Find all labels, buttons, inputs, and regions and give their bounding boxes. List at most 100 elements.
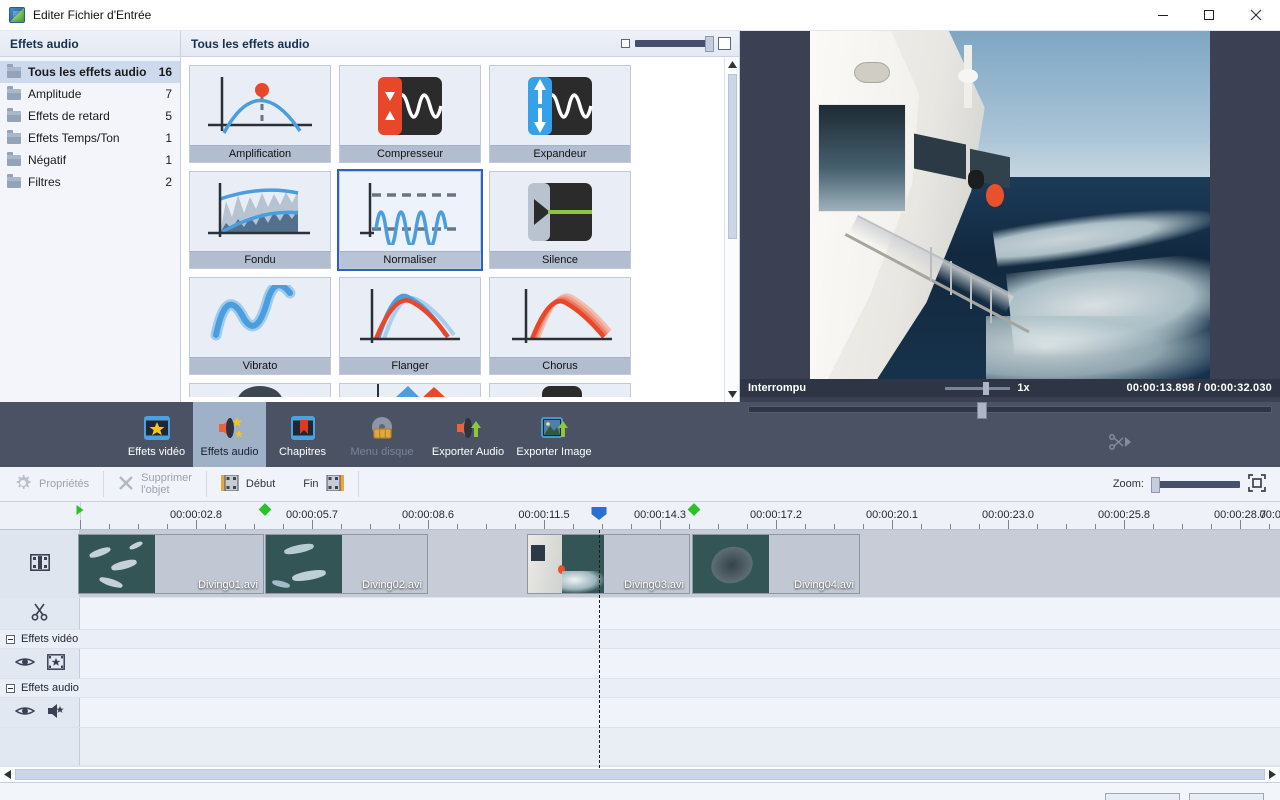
cancel-button[interactable]: Annuler	[1189, 792, 1264, 800]
effect-card-partial-3[interactable]	[489, 383, 631, 397]
effect-card-partial-1[interactable]	[189, 383, 331, 397]
timeline-horizontal-scrollbar[interactable]	[0, 766, 1280, 782]
clip-name: Diving02.avi	[362, 579, 422, 591]
category-item-delay-effects[interactable]: Effets de retard 5	[0, 105, 180, 127]
ruler-label: 00:00:28.7	[1214, 509, 1266, 521]
horizontal-scrollbar-thumb[interactable]	[15, 769, 1265, 780]
thumbnail-size-thumb[interactable]	[705, 36, 714, 52]
tab-chapters[interactable]: Chapitres	[266, 402, 339, 467]
speed-control[interactable]: 1x	[868, 381, 1107, 395]
effects-grid-scroll-area: Amplification Compresseur Expandeur Fond…	[181, 57, 739, 402]
category-item-time-pitch-effects[interactable]: Effets Temps/Ton 1	[0, 127, 180, 149]
track-group-video-effects[interactable]: Effets vidéo	[0, 630, 1280, 649]
fit-to-window-icon[interactable]	[1248, 473, 1266, 495]
category-item-all-audio-effects[interactable]: Tous les effets audio 16	[0, 61, 180, 83]
effect-card-expander[interactable]: Expandeur	[489, 65, 631, 163]
category-count: 16	[158, 65, 172, 79]
track-body-empty[interactable]	[80, 728, 1280, 765]
track-header-video-effects[interactable]	[0, 649, 80, 678]
effect-card-flanger[interactable]: Flanger	[339, 277, 481, 375]
playback-status: Interrompu	[748, 382, 807, 394]
track-body-audio-effects[interactable]	[80, 698, 1280, 727]
audio-effect-track-icon[interactable]	[47, 703, 65, 722]
effect-card-chorus[interactable]: Chorus	[489, 277, 631, 375]
normalize-icon	[339, 171, 481, 251]
seek-thumb[interactable]	[977, 401, 987, 419]
category-item-amplitude[interactable]: Amplitude 7	[0, 83, 180, 105]
scroll-up-button[interactable]	[725, 57, 739, 72]
effect-card-compressor[interactable]: Compresseur	[339, 65, 481, 163]
timeline-clip[interactable]: Diving03.avi	[527, 534, 690, 594]
timeline-clip[interactable]: Diving02.avi	[265, 534, 428, 594]
ok-button[interactable]: OK	[1105, 792, 1180, 800]
scroll-left-button[interactable]	[0, 767, 15, 782]
set-start-label: Début	[245, 478, 276, 490]
cut-icon[interactable]	[1109, 434, 1131, 450]
speed-value: 1x	[1017, 382, 1030, 394]
effect-card-vibrato[interactable]: Vibrato	[189, 277, 331, 375]
category-item-filters[interactable]: Filtres 2	[0, 171, 180, 193]
collapse-icon[interactable]	[6, 634, 15, 644]
titlebar: Editer Fichier d'Entrée	[0, 0, 1280, 31]
category-count: 2	[165, 175, 172, 189]
track-body-video[interactable]: Diving01.avi Diving02.avi Diving03.avi D…	[78, 530, 1280, 597]
collapse-icon[interactable]	[6, 683, 15, 693]
chapter-marker[interactable]	[687, 503, 701, 516]
chapter-marker[interactable]	[258, 503, 272, 516]
effect-card-silence[interactable]: Silence	[489, 171, 631, 269]
partial-effect-icon	[489, 383, 631, 397]
maximize-button[interactable]	[1186, 0, 1232, 31]
minimize-button[interactable]	[1140, 0, 1186, 31]
close-button[interactable]	[1232, 0, 1280, 31]
thumbnail-size-track[interactable]	[635, 36, 714, 52]
tab-disc-menu[interactable]: Menu disque	[339, 402, 425, 467]
effect-categories-title: Effets audio	[0, 31, 180, 57]
export-audio-icon	[453, 413, 483, 443]
track-header-cut[interactable]	[0, 598, 80, 629]
track-header-audio-effects[interactable]	[0, 698, 80, 727]
preview-status-bar: Interrompu 1x 00:00:13.898 / 00:00:32.03…	[740, 379, 1280, 397]
effect-card-amplification[interactable]: Amplification	[189, 65, 331, 163]
video-surface[interactable]	[740, 31, 1280, 379]
track-body-cut[interactable]	[80, 598, 1280, 629]
effect-card-partial-2[interactable]	[339, 383, 481, 397]
effects-grid-scrollbar[interactable]	[724, 57, 739, 402]
eye-icon[interactable]	[14, 656, 35, 671]
railing-post	[950, 260, 952, 296]
thumbnail-size-slider[interactable]	[621, 36, 731, 52]
track-body-video-effects[interactable]	[80, 649, 1280, 678]
eye-icon[interactable]	[14, 705, 35, 720]
scroll-right-button[interactable]	[1265, 767, 1280, 782]
playhead-handle[interactable]	[591, 507, 607, 520]
effect-label: Chorus	[489, 357, 631, 375]
tab-audio-effects[interactable]: Effets audio	[193, 402, 266, 467]
zoom-slider-thumb[interactable]	[1151, 476, 1160, 493]
railing-post	[930, 246, 932, 282]
timeline-clip[interactable]: Diving04.avi	[692, 534, 860, 594]
set-start-button[interactable]: Début	[207, 467, 289, 502]
category-item-negative[interactable]: Négatif 1	[0, 149, 180, 171]
scrollbar-thumb[interactable]	[728, 74, 737, 239]
properties-button[interactable]: Propriétés	[0, 467, 103, 502]
video-effect-track-icon[interactable]	[46, 654, 65, 673]
set-end-button[interactable]: Fin	[289, 467, 357, 502]
timeline-clip[interactable]: Diving01.avi	[78, 534, 264, 594]
tab-label: Exporter Audio	[431, 446, 505, 458]
timeline-ruler[interactable]: 00:00:02.8 00:00:05.7 00:00:08.6 00:00:1…	[0, 502, 1280, 530]
tab-export-audio[interactable]: Exporter Audio	[425, 402, 511, 467]
delete-object-button[interactable]: Supprimer l'objet	[104, 467, 206, 502]
speed-slider-thumb[interactable]	[983, 381, 990, 395]
seek-bar[interactable]	[748, 401, 1272, 419]
video-frame	[810, 31, 1210, 379]
effect-card-fade[interactable]: Fondu	[189, 171, 331, 269]
tab-video-effects[interactable]: Effets vidéo	[120, 402, 193, 467]
track-header-video[interactable]	[0, 530, 80, 597]
ruler-label: 00:00:17.2	[750, 509, 802, 521]
railing-post	[970, 274, 972, 310]
tab-export-image[interactable]: Exporter Image	[511, 402, 597, 467]
zoom-slider-track[interactable]	[1151, 476, 1240, 493]
scroll-down-button[interactable]	[725, 387, 739, 402]
effect-card-normalize[interactable]: Normaliser	[337, 169, 483, 271]
speed-slider-track[interactable]	[945, 381, 1011, 395]
track-group-audio-effects[interactable]: Effets audio	[0, 679, 1280, 698]
